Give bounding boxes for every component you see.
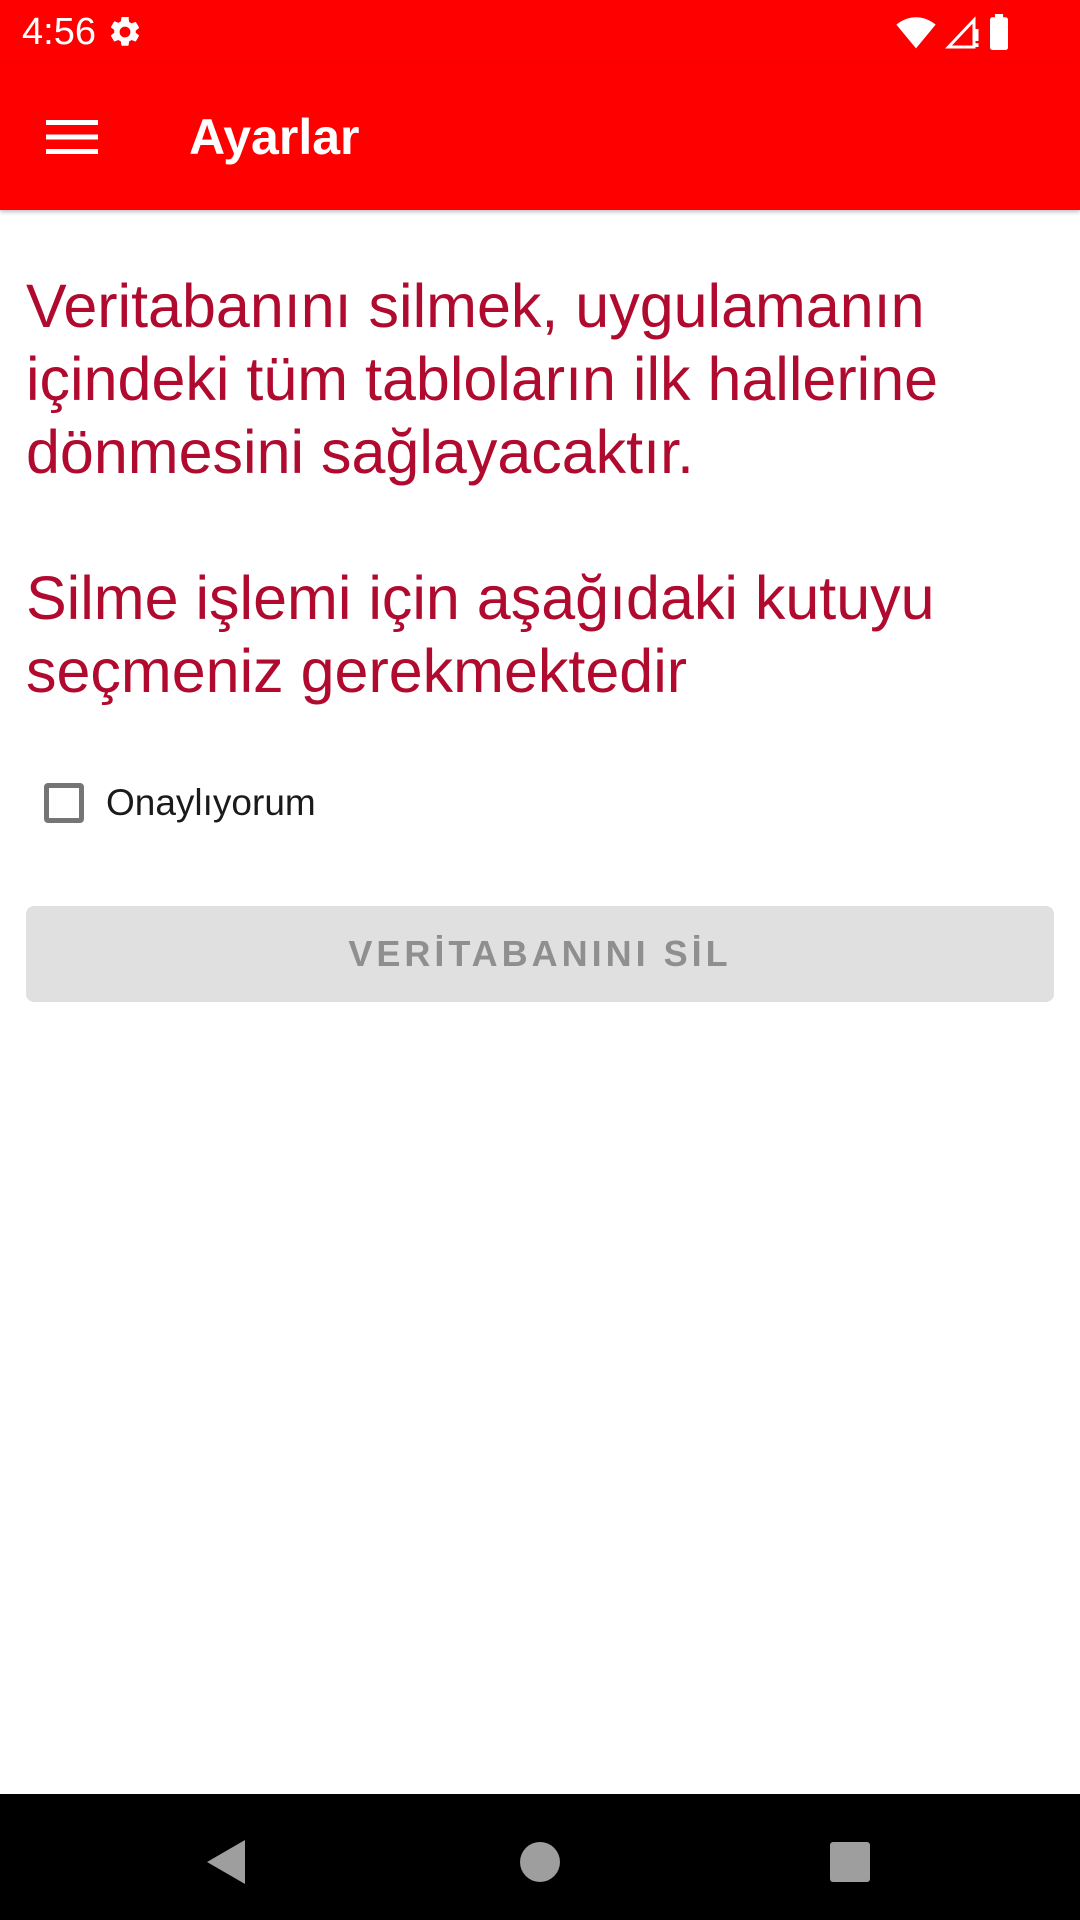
back-button[interactable]	[196, 1832, 256, 1892]
navigation-bar	[0, 1794, 1080, 1920]
wifi-icon	[896, 17, 936, 49]
settings-screen: 4:56 Ayarlar Veritabanını silmek, uygula…	[0, 0, 1080, 1920]
recents-icon	[830, 1842, 870, 1882]
status-time: 4:56	[22, 11, 96, 53]
delete-warning-text: Veritabanını silmek, uygulamanın içindek…	[26, 272, 939, 486]
menu-button[interactable]	[36, 105, 108, 169]
confirm-checkbox[interactable]	[44, 783, 84, 823]
page-title: Ayarlar	[189, 109, 360, 165]
signal-icon	[945, 16, 979, 49]
confirm-checkbox-row[interactable]: Onaylıyorum	[44, 776, 316, 830]
settings-content: Veritabanını silmek, uygulamanın içindek…	[26, 270, 1054, 708]
delete-database-button[interactable]: VERİTABANINI SİL	[26, 906, 1054, 1002]
recents-button[interactable]	[820, 1832, 880, 1892]
app-bar: Ayarlar	[0, 63, 1080, 210]
status-bar: 4:56	[0, 0, 1080, 63]
status-icons	[896, 12, 1010, 52]
home-icon	[520, 1842, 560, 1882]
delete-instruction-text: Silme işlemi için aşağıdaki kutuyu seçme…	[26, 564, 935, 705]
hamburger-menu-icon	[46, 120, 98, 154]
back-icon	[207, 1840, 245, 1884]
gear-icon	[110, 16, 140, 46]
home-button[interactable]	[510, 1832, 570, 1892]
confirm-checkbox-label[interactable]: Onaylıyorum	[106, 782, 316, 824]
battery-icon	[990, 14, 1008, 50]
